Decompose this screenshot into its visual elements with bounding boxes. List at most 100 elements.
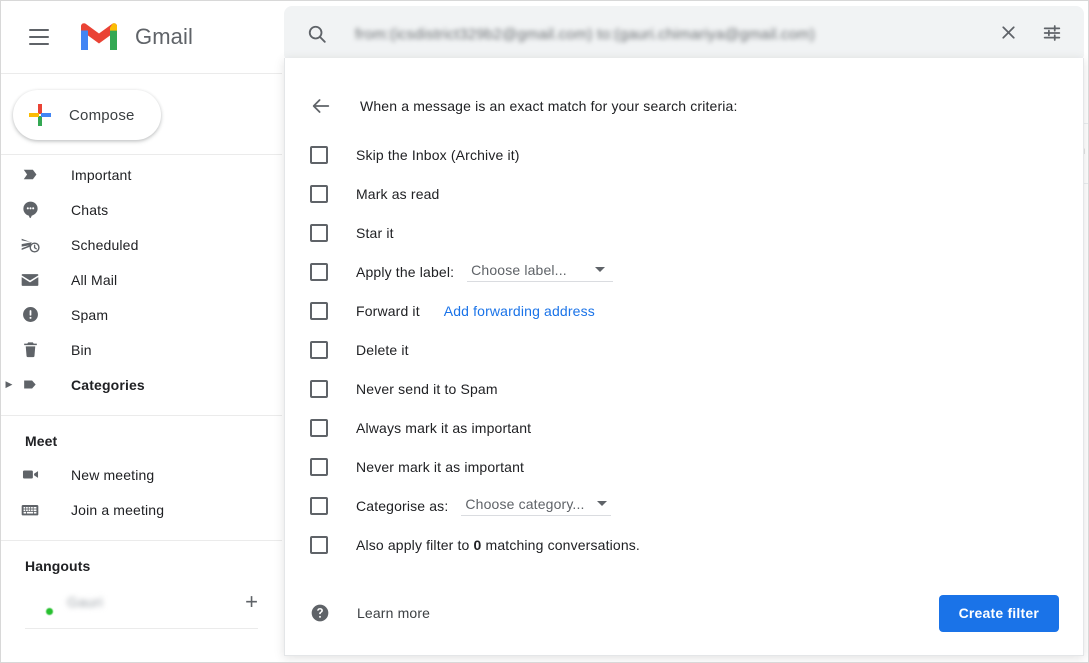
matching-text-suffix: matching conversations.	[486, 537, 640, 553]
filter-option-skip-inbox[interactable]: Skip the Inbox (Archive it)	[285, 135, 1083, 174]
checkbox[interactable]	[310, 458, 328, 476]
label-tag-icon	[13, 375, 47, 394]
scheduled-send-icon	[13, 235, 47, 255]
chat-bubble-icon	[13, 200, 47, 219]
hangouts-user-name: Gauri	[67, 594, 245, 610]
trash-bin-icon	[13, 340, 47, 359]
filter-option-categorise-as[interactable]: Categorise as: Choose category...	[285, 486, 1083, 525]
sidebar-item-label: Chats	[71, 202, 108, 218]
search-options-button[interactable]	[1030, 12, 1074, 56]
create-filter-dialog: When a message is an exact match for you…	[284, 58, 1084, 656]
filter-option-label: Categorise as:	[356, 498, 448, 514]
filter-option-forward-it[interactable]: Forward it Add forwarding address	[285, 291, 1083, 330]
avatar[interactable]	[25, 588, 53, 616]
checkbox[interactable]	[310, 341, 328, 359]
search-bar[interactable]: from:(icsdistrict329b2@gmail.com) to:(ga…	[284, 6, 1084, 62]
checkbox[interactable]	[310, 302, 328, 320]
select-value: Choose category...	[465, 496, 584, 512]
sidebar-nav-list: Important Chats	[1, 155, 282, 402]
filter-option-never-spam[interactable]: Never send it to Spam	[285, 369, 1083, 408]
filter-option-label: Apply the label:	[356, 264, 454, 280]
sidebar-item-important[interactable]: Important	[1, 157, 282, 192]
dialog-footer: Learn more Create filter	[285, 571, 1083, 655]
checkbox[interactable]	[310, 380, 328, 398]
matching-text-prefix: Also apply filter to	[356, 537, 470, 553]
create-filter-button[interactable]: Create filter	[939, 595, 1059, 632]
sidebar: Gmail Compose	[1, 1, 282, 663]
filter-option-label: Never send it to Spam	[356, 381, 498, 397]
checkbox[interactable]	[310, 497, 328, 515]
filter-option-label: Forward it	[356, 303, 420, 319]
sidebar-item-bin[interactable]: Bin	[1, 332, 282, 367]
video-camera-icon	[13, 465, 47, 484]
sidebar-item-new-meeting[interactable]: New meeting	[1, 457, 282, 492]
filter-option-label: Always mark it as important	[356, 420, 531, 436]
sidebar-item-label: Categories	[71, 377, 145, 393]
filter-option-star-it[interactable]: Star it	[285, 213, 1083, 252]
filter-option-never-important[interactable]: Never mark it as important	[285, 447, 1083, 486]
filter-option-label: Delete it	[356, 342, 409, 358]
meet-section-title: Meet	[1, 416, 282, 457]
sidebar-item-label: Bin	[71, 342, 92, 358]
search-input[interactable]: from:(icsdistrict329b2@gmail.com) to:(ga…	[355, 26, 986, 43]
plus-icon[interactable]: +	[245, 591, 258, 613]
search-icon	[306, 23, 328, 45]
help-circle-icon[interactable]	[310, 603, 330, 623]
sidebar-item-label: Join a meeting	[71, 502, 164, 518]
filter-option-always-important[interactable]: Always mark it as important	[285, 408, 1083, 447]
back-arrow-icon[interactable]	[309, 94, 333, 118]
matching-conversations-count: 0	[474, 537, 482, 553]
sidebar-item-spam[interactable]: Spam	[1, 297, 282, 332]
sidebar-item-label: New meeting	[71, 467, 154, 483]
hangouts-user-row[interactable]: Gauri +	[1, 582, 282, 622]
clear-search-button[interactable]	[986, 12, 1030, 56]
filter-option-label: Never mark it as important	[356, 459, 524, 475]
checkbox[interactable]	[310, 263, 328, 281]
dialog-title: When a message is an exact match for you…	[360, 98, 738, 114]
compose-section: Compose	[1, 74, 282, 155]
compose-button[interactable]: Compose	[13, 90, 161, 140]
hangouts-divider	[25, 628, 258, 629]
gmail-logo-icon	[79, 22, 119, 53]
checkbox[interactable]	[310, 146, 328, 164]
filter-option-apply-label[interactable]: Apply the label: Choose label...	[285, 252, 1083, 291]
gmail-window: m Gmail	[0, 0, 1089, 663]
status-badge	[44, 606, 55, 617]
compose-label: Compose	[69, 107, 135, 124]
app-title: Gmail	[135, 24, 193, 50]
filter-option-mark-as-read[interactable]: Mark as read	[285, 174, 1083, 213]
checkbox[interactable]	[310, 536, 328, 554]
choose-label-select[interactable]: Choose label...	[467, 262, 613, 282]
sidebar-item-categories[interactable]: ▶ Categories	[1, 367, 282, 402]
sidebar-item-all-mail[interactable]: All Mail	[1, 262, 282, 297]
sidebar-item-label: Spam	[71, 307, 108, 323]
chevron-right-icon[interactable]: ▶	[3, 379, 15, 390]
learn-more-link[interactable]: Learn more	[357, 605, 430, 621]
dialog-header: When a message is an exact match for you…	[285, 58, 1083, 122]
add-forwarding-address-link[interactable]: Add forwarding address	[444, 303, 595, 319]
hangouts-section-title: Hangouts	[1, 541, 282, 582]
brand-row: Gmail	[1, 1, 282, 74]
filter-option-apply-to-matching[interactable]: Also apply filter to 0 matching conversa…	[285, 525, 1083, 564]
sidebar-item-label: Scheduled	[71, 237, 139, 253]
filter-option-label: Star it	[356, 225, 394, 241]
sidebar-item-label: Important	[71, 167, 132, 183]
keyboard-icon	[13, 500, 47, 520]
checkbox[interactable]	[310, 185, 328, 203]
checkbox[interactable]	[310, 419, 328, 437]
plus-icon	[27, 102, 53, 128]
sidebar-item-scheduled[interactable]: Scheduled	[1, 227, 282, 262]
filter-option-label: Also apply filter to 0 matching conversa…	[356, 537, 640, 553]
hamburger-menu-icon[interactable]	[23, 21, 55, 53]
sidebar-item-chats[interactable]: Chats	[1, 192, 282, 227]
filter-option-delete-it[interactable]: Delete it	[285, 330, 1083, 369]
sidebar-item-join-meeting[interactable]: Join a meeting	[1, 492, 282, 527]
search-options-icon	[1041, 22, 1063, 47]
envelope-icon	[13, 270, 47, 290]
spam-alert-icon	[13, 305, 47, 324]
checkbox[interactable]	[310, 224, 328, 242]
choose-category-select[interactable]: Choose category...	[461, 496, 610, 516]
important-marker-icon	[13, 165, 47, 184]
filter-options-list: Skip the Inbox (Archive it) Mark as read…	[285, 122, 1083, 571]
select-value: Choose label...	[471, 262, 567, 278]
